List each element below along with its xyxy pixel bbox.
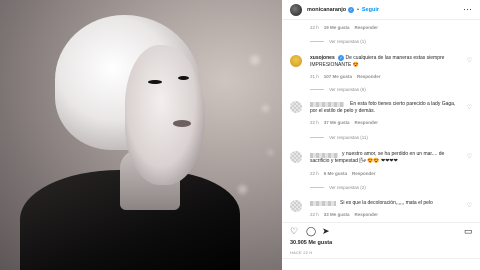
author-avatar[interactable] [290, 3, 302, 16]
view-replies-label: Ver respuestas (6) [329, 87, 366, 92]
verified-badge-icon: ✓ [348, 6, 355, 13]
view-replies-button[interactable]: Ver respuestas (2) [310, 185, 366, 190]
view-replies-label: Ver respuestas (1) [329, 39, 366, 44]
reply-button[interactable]: Responder [355, 212, 379, 217]
comment-meta: 22 h 37 Me gusta Responder [310, 120, 378, 125]
view-replies-button[interactable]: Ver respuestas (1) [310, 39, 366, 44]
post-time: HACE 22 H [290, 250, 313, 255]
comment-likes[interactable]: 19 Me gusta [324, 25, 350, 30]
comment-like-icon[interactable]: ♡ [467, 153, 472, 160]
view-replies-button[interactable]: Ver respuestas (11) [310, 135, 368, 140]
send-icon[interactable]: ➤ [322, 227, 330, 236]
comment-time: 22 h [310, 171, 319, 176]
comment-like-icon[interactable]: ♡ [467, 104, 472, 111]
post-actions-bar: ♡ ◯ ➤ ▭ [282, 222, 480, 236]
view-replies-label: Ver respuestas (11) [329, 135, 368, 140]
comment-icon[interactable]: ◯ [306, 227, 316, 236]
heart-icon[interactable]: ♡ [290, 227, 298, 236]
comment-body: y nuestro amor, se ha perdido en un mar.… [310, 151, 445, 164]
follow-button[interactable]: Seguir [362, 7, 379, 13]
comment-time: 22 h [310, 212, 319, 217]
view-replies-label: Ver respuestas (2) [329, 185, 366, 190]
comment-avatar[interactable] [290, 55, 302, 67]
comment-avatar[interactable] [290, 200, 302, 212]
comment-meta: 21 h 107 Me gusta Responder [310, 74, 381, 79]
author-username[interactable]: monicanaranjo [307, 7, 346, 13]
comment-likes[interactable]: 6 Me gusta [324, 171, 347, 176]
comment-body: En esta foto tienes cierto parecido a la… [310, 101, 456, 114]
comment-meta: 22 h 19 Me gusta Responder [310, 25, 378, 30]
comment-likes[interactable]: 37 Me gusta [324, 120, 350, 125]
comment-like-icon[interactable]: ♡ [467, 202, 472, 209]
comment-author[interactable]: xusojones [310, 55, 335, 61]
comment-likes[interactable]: 33 Me gusta [324, 212, 350, 217]
comment-meta: 22 h 33 Me gusta Responder [310, 212, 378, 217]
reply-button[interactable]: Responder [352, 171, 376, 176]
comment-text: xusojones ✓ De cualquiera de las maneras… [310, 55, 460, 69]
verified-badge-icon: ✓ [338, 55, 345, 61]
comment-time: 22 h [310, 25, 319, 30]
reply-button[interactable]: Responder [355, 25, 379, 30]
comment-avatar[interactable] [290, 151, 302, 163]
separator-dot: • [357, 6, 359, 13]
likes-count[interactable]: 30.905 Me gusta [290, 240, 332, 246]
reply-button[interactable]: Responder [357, 74, 381, 79]
comment-avatar[interactable] [290, 101, 302, 113]
post-header: monicanaranjo ✓ • Seguir ··· [282, 0, 480, 20]
bookmark-icon[interactable]: ▭ [464, 227, 473, 236]
view-replies-button[interactable]: Ver respuestas (6) [310, 87, 366, 92]
comment-body: Si es que la decoloración,,,,,, mata el … [340, 200, 433, 206]
comment-time: 21 h [310, 74, 319, 79]
post-sidebar: monicanaranjo ✓ • Seguir ··· 22 h 19 Me … [282, 0, 480, 270]
reply-button[interactable]: Responder [355, 120, 379, 125]
comment-likes[interactable]: 107 Me gusta [324, 74, 352, 79]
post-photo[interactable] [0, 0, 282, 270]
comment-like-icon[interactable]: ♡ [467, 57, 472, 64]
more-options-icon[interactable]: ··· [463, 4, 472, 14]
add-comment-area[interactable] [282, 258, 480, 270]
comment-meta: 22 h 6 Me gusta Responder [310, 171, 376, 176]
comment-time: 22 h [310, 120, 319, 125]
